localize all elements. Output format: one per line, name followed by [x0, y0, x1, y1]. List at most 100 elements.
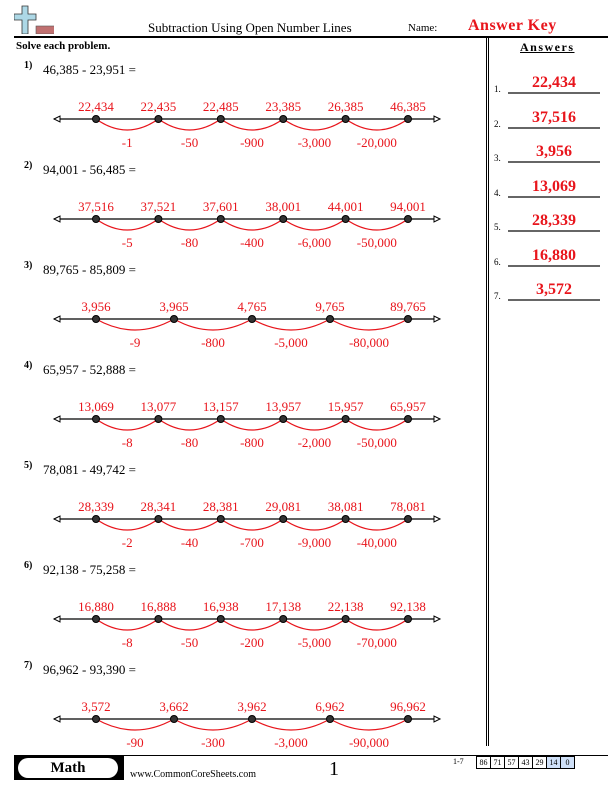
jump-arc: [329, 318, 409, 331]
jump-label: -900: [240, 135, 264, 150]
point-label: 3,965: [159, 299, 188, 314]
answer-line: [508, 161, 600, 163]
jump-label: -90: [126, 735, 143, 750]
point-label: 16,888: [141, 599, 177, 614]
score-cell: 71: [490, 756, 505, 769]
number-line-point: [216, 415, 225, 423]
jump-arc: [95, 718, 175, 731]
right-arrow-icon: [433, 515, 442, 523]
problem-number: 2): [24, 160, 33, 171]
number-line-point: [92, 615, 100, 623]
answer-value: 3,956: [536, 143, 572, 160]
number-line-point: [154, 115, 163, 123]
jump-arc: [251, 318, 331, 331]
problem-number: 5): [24, 460, 33, 471]
point-label: 17,138: [265, 599, 301, 614]
point-label: 37,516: [78, 199, 114, 214]
number-line-point: [92, 515, 100, 523]
number-line: -90 -300 -3,000 -90,000 3,572 3,662 3,962 6,962…: [52, 699, 442, 750]
number-line-point: [404, 215, 412, 223]
jump-label: -90,000: [349, 735, 389, 750]
jump-label: -9: [130, 335, 141, 350]
point-label: 16,880: [78, 599, 114, 614]
answer-row: 3. 3,956: [494, 141, 604, 165]
problem-number: 1): [24, 60, 33, 71]
left-arrow-icon: [52, 415, 61, 423]
answer-number: 1.: [494, 84, 501, 94]
point-label: 38,001: [265, 199, 301, 214]
jump-label: -300: [201, 735, 225, 750]
score-cell: 57: [504, 756, 519, 769]
problem-expression: 46,385 - 23,951 =: [43, 62, 136, 77]
number-line-point: [216, 215, 225, 223]
jump-label: -8: [122, 635, 133, 650]
jump-arc: [282, 218, 346, 231]
point-label: 13,077: [141, 399, 177, 414]
problem-expression: 94,001 - 56,485 =: [43, 162, 136, 177]
name-label: Name:: [408, 22, 438, 34]
answer-row: 5. 28,339: [494, 210, 604, 234]
jump-label: -40: [181, 535, 198, 550]
number-line-point: [154, 415, 163, 423]
number-line-point: [341, 615, 350, 623]
point-label: 13,069: [78, 399, 114, 414]
answer-number: 3.: [494, 153, 501, 163]
jump-label: -80,000: [349, 335, 389, 350]
jump-arc: [158, 518, 222, 531]
answer-number: 4.: [494, 187, 501, 198]
problem-expression: 65,957 - 52,888 =: [43, 362, 136, 377]
point-label: 16,938: [203, 599, 239, 614]
number-line-point: [92, 115, 100, 123]
problem-number: 4): [24, 360, 33, 371]
right-arrow-icon: [433, 215, 442, 223]
number-line-point: [279, 115, 288, 123]
answer-line: [508, 126, 600, 129]
point-label: 28,339: [78, 499, 114, 514]
point-label: 96,962: [390, 699, 426, 714]
number-line-point: [279, 515, 288, 523]
number-line-point: [404, 615, 412, 623]
point-label: 26,385: [328, 99, 364, 114]
number-line-point: [326, 315, 334, 323]
right-arrow-icon: [433, 415, 442, 423]
point-label: 15,957: [328, 399, 364, 414]
number-line: -8 -80 -800 -2,000 -50,000 13,069 13,077 13,157…: [52, 399, 442, 450]
score-cell: 14: [546, 756, 561, 769]
jump-label: -50: [181, 135, 198, 150]
point-label: 22,138: [328, 599, 364, 614]
number-line-point: [248, 715, 256, 723]
jump-arc: [329, 718, 409, 731]
number-line-point: [279, 215, 288, 223]
jump-arc: [158, 218, 222, 231]
problem-number: 3): [24, 260, 33, 271]
answer-number: 7.: [494, 291, 501, 301]
jump-arc: [282, 118, 346, 131]
jump-arc: [95, 418, 159, 431]
left-arrow-icon: [52, 615, 61, 623]
point-label: 6,962: [315, 699, 344, 714]
jump-arc: [345, 118, 409, 131]
jump-label: -40,000: [357, 535, 397, 550]
jump-arc: [173, 318, 253, 331]
jump-arc: [95, 618, 159, 631]
jump-arc: [251, 718, 331, 731]
jump-arc: [95, 218, 159, 231]
problem-expression: 89,765 - 85,809 =: [43, 262, 136, 277]
problem-number: 6): [24, 560, 33, 571]
number-line-point: [404, 715, 412, 723]
number-line-point: [404, 315, 412, 323]
number-line-point: [154, 215, 163, 223]
problem-expression: 92,138 - 75,258 =: [43, 562, 136, 577]
point-label: 4,765: [237, 299, 266, 314]
jump-label: -3,000: [274, 735, 308, 750]
answer-line: [508, 195, 600, 198]
jump-label: -8: [122, 435, 133, 450]
number-line-point: [216, 615, 225, 623]
point-label: 3,572: [81, 699, 110, 714]
jump-label: -2,000: [298, 435, 332, 450]
answers-heading: Answers: [520, 40, 575, 54]
score-cell: 0: [560, 756, 575, 769]
jump-label: -9,000: [298, 535, 332, 550]
number-line-point: [341, 515, 350, 523]
number-line: -5 -80 -400 -6,000 -50,000 37,516 37,521 37,601…: [52, 199, 442, 250]
